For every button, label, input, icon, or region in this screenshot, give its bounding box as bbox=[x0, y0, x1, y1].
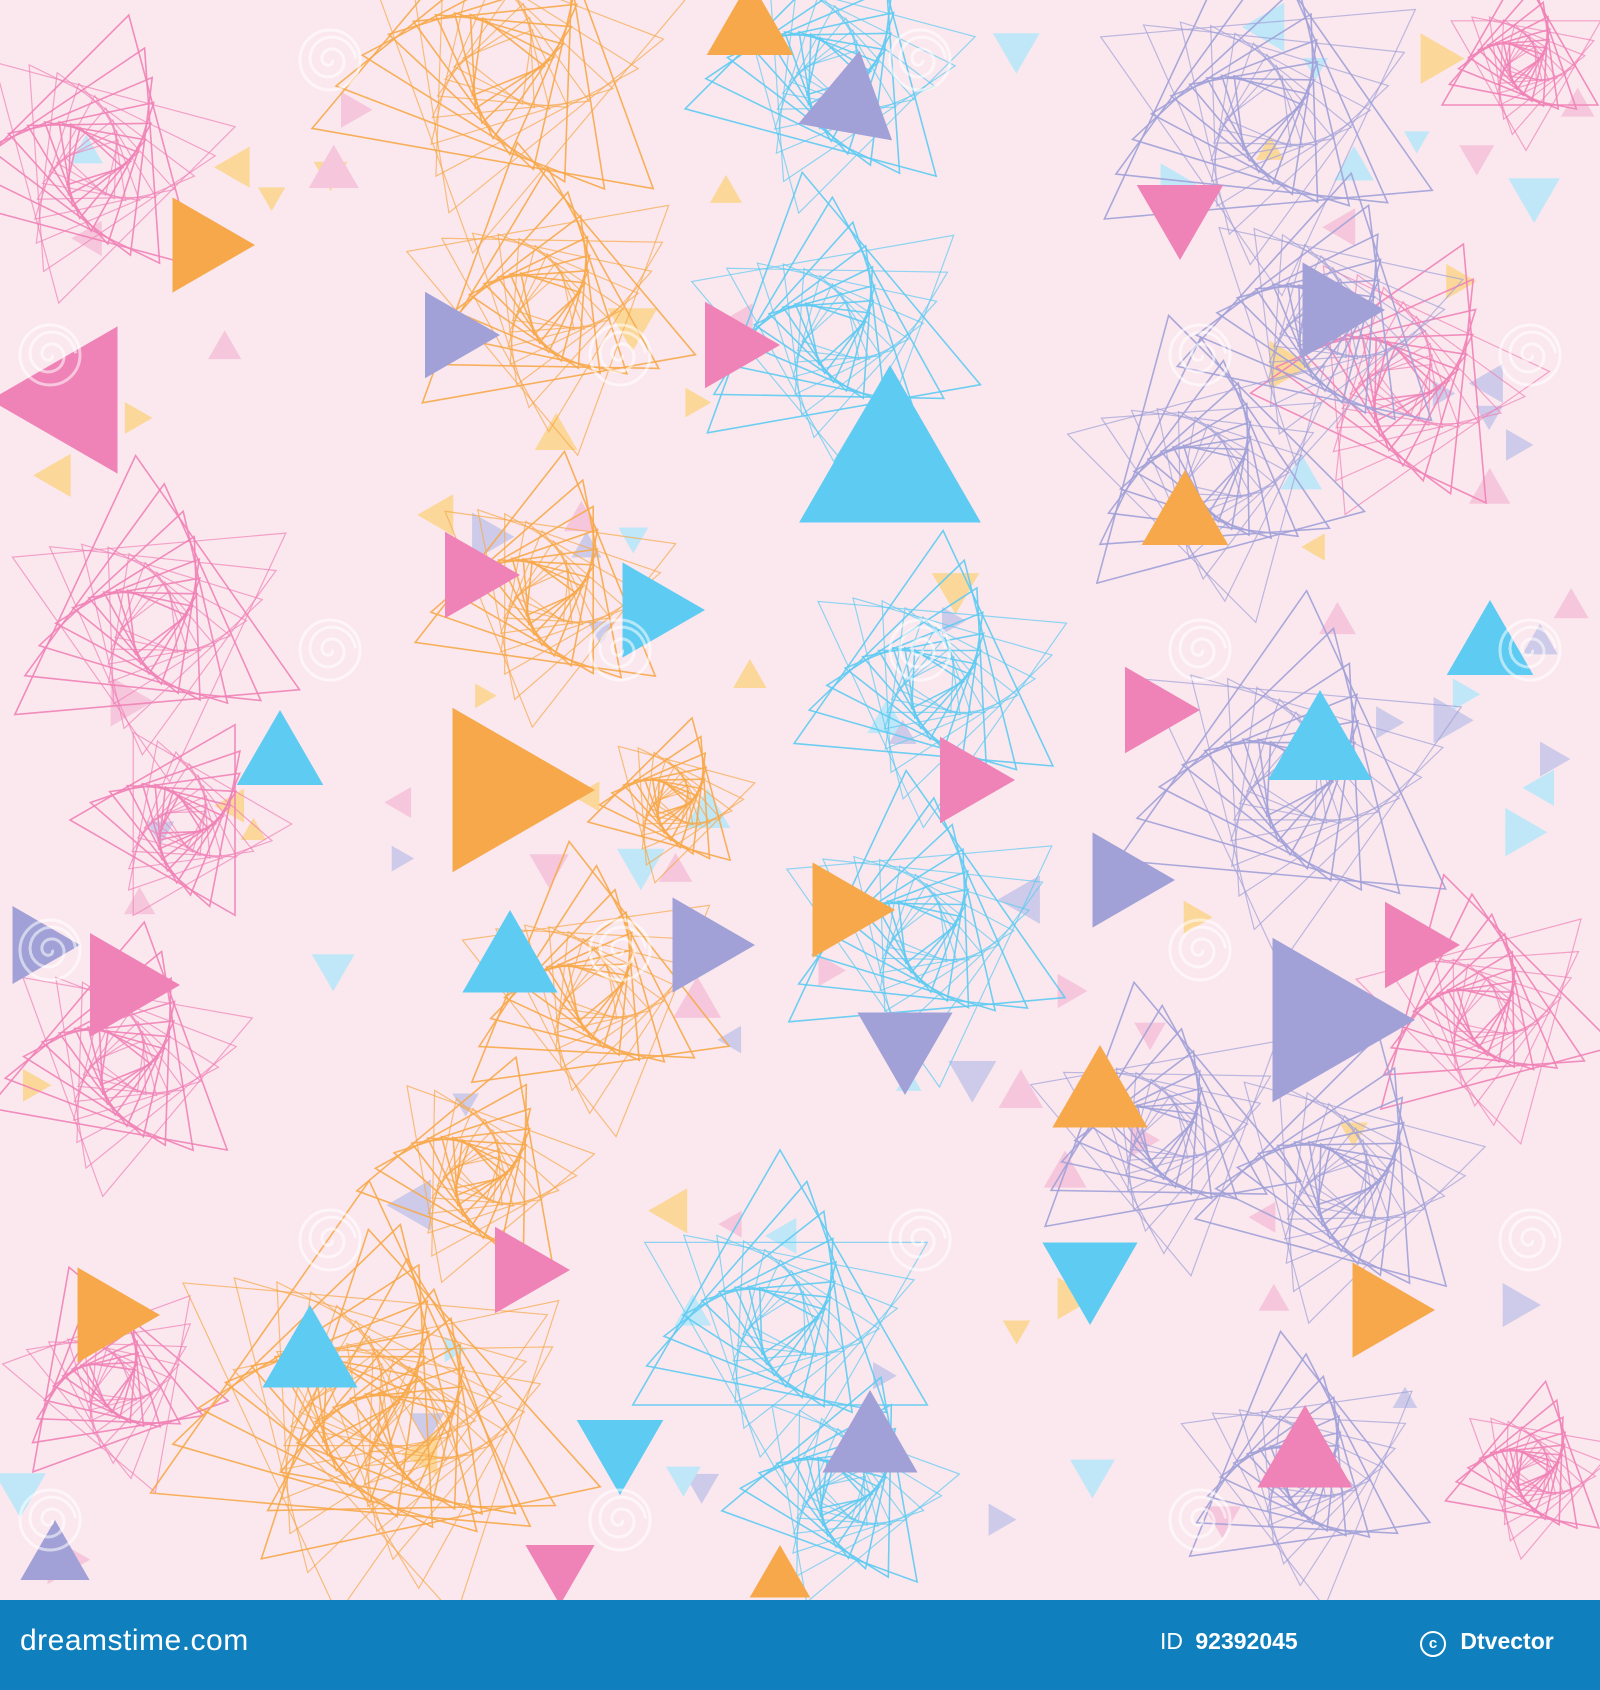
footer-author[interactable]: c Dtvector bbox=[1420, 1628, 1554, 1657]
copyright-icon: c bbox=[1420, 1631, 1446, 1657]
stock-footer-bar: dreamstime.com ID 92392045 c Dtvector bbox=[0, 1600, 1600, 1690]
footer-brand[interactable]: dreamstime.com bbox=[20, 1624, 249, 1658]
footer-image-id: ID 92392045 bbox=[1160, 1628, 1298, 1655]
footer-id-value: 92392045 bbox=[1195, 1628, 1298, 1654]
triangle-pattern-artwork bbox=[0, 0, 1600, 1600]
footer-id-label: ID bbox=[1160, 1628, 1183, 1654]
footer-author-name: Dtvector bbox=[1460, 1628, 1554, 1654]
